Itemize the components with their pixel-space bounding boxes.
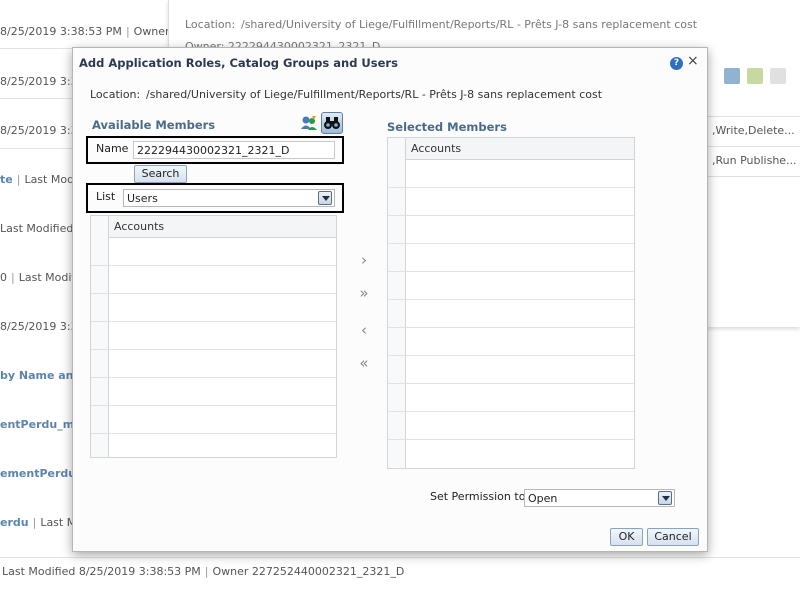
grid-header: Accounts <box>388 138 634 160</box>
bg-row-text: 8/25/2019 3:3 <box>0 320 78 333</box>
chevron-down-icon <box>658 491 672 505</box>
available-members-title: Available Members <box>92 118 216 132</box>
table-row[interactable] <box>91 406 336 434</box>
bg-edit-icon[interactable] <box>747 68 763 84</box>
name-input[interactable]: 222294430002321_2321_D <box>133 141 335 159</box>
bg-location-label: Location: <box>185 18 236 31</box>
ok-button[interactable]: OK <box>610 528 643 546</box>
location-label: Location: <box>90 88 141 101</box>
grid-header: Accounts <box>91 216 336 238</box>
location-value: /shared/University of Liege/Fulfillment/… <box>146 88 603 101</box>
search-button[interactable]: Search <box>134 165 187 183</box>
dialog-title: Add Application Roles, Catalog Groups an… <box>79 56 398 70</box>
table-row[interactable] <box>91 350 336 378</box>
table-row[interactable] <box>388 328 634 356</box>
list-label: List <box>96 190 116 203</box>
help-icon[interactable]: ? <box>670 57 683 70</box>
table-row[interactable] <box>388 356 634 384</box>
add-users-icon[interactable] <box>299 113 319 133</box>
permission-select-value: Open <box>528 492 558 505</box>
move-button[interactable]: › <box>354 251 374 269</box>
bg-footer-row: Last Modified 8/25/2019 3:38:53 PM | Owner… <box>2 565 405 578</box>
remove-button[interactable]: ‹ <box>354 321 374 339</box>
table-row[interactable] <box>388 272 634 300</box>
table-row[interactable] <box>91 294 336 322</box>
search-binoculars-icon[interactable] <box>321 112 343 134</box>
table-row[interactable] <box>91 238 336 266</box>
cancel-button[interactable]: Cancel <box>647 528 699 546</box>
name-label: Name <box>96 142 129 155</box>
list-select[interactable]: Users <box>123 189 335 207</box>
list-select-value: Users <box>127 192 158 205</box>
add-members-dialog: Add Application Roles, Catalog Groups an… <box>72 47 708 552</box>
table-row[interactable] <box>388 300 634 328</box>
selected-members-grid: Accounts <box>387 137 635 469</box>
bg-divider <box>0 557 800 558</box>
bg-permission: ,Write,Delete... <box>712 124 795 137</box>
bg-permission: ,Run Publishe... <box>712 154 797 167</box>
accounts-column-header[interactable]: Accounts <box>114 220 164 233</box>
remove-all-button[interactable]: « <box>354 354 374 372</box>
permission-label: Set Permission to <box>430 490 526 503</box>
selected-members-title: Selected Members <box>387 120 507 134</box>
accounts-column-header[interactable]: Accounts <box>411 142 461 155</box>
table-row[interactable] <box>91 322 336 350</box>
table-row[interactable] <box>388 188 634 216</box>
table-row[interactable] <box>388 160 634 188</box>
available-members-grid: Accounts <box>90 215 337 458</box>
table-row[interactable] <box>91 266 336 294</box>
table-row[interactable] <box>388 244 634 272</box>
chevron-down-icon <box>318 191 332 205</box>
bg-add-users-icon[interactable] <box>724 68 740 84</box>
table-row[interactable] <box>388 412 634 440</box>
bg-location-value: /shared/University of Liege/Fulfillment/… <box>241 18 698 31</box>
table-row[interactable] <box>388 216 634 244</box>
table-row[interactable] <box>388 384 634 412</box>
bg-remove-icon[interactable] <box>770 68 786 84</box>
permission-select[interactable]: Open <box>524 489 675 507</box>
close-icon[interactable]: × <box>687 53 699 69</box>
table-row[interactable] <box>91 378 336 406</box>
move-all-button[interactable]: » <box>354 284 374 302</box>
